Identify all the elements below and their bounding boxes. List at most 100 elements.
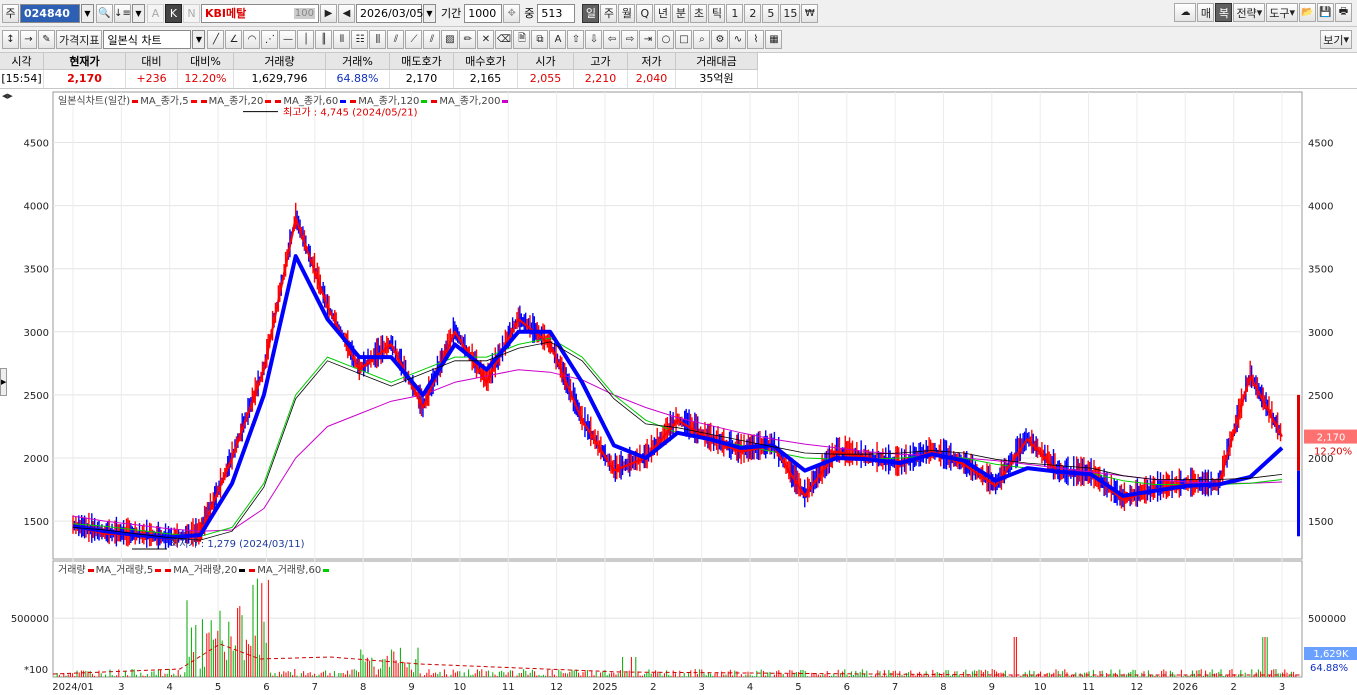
legend-item: MA_종가,60 — [283, 96, 339, 107]
search-icon[interactable]: 🔍 — [96, 3, 113, 23]
zigzag-icon[interactable]: ⌇ — [747, 30, 765, 49]
vline-tool-icon[interactable]: │ — [297, 30, 315, 49]
trend-icon[interactable]: ⟋ — [405, 30, 423, 49]
pencil-icon[interactable]: ✏ — [459, 30, 477, 49]
table-icon[interactable]: ☷ — [351, 30, 369, 49]
buy-sell-button[interactable]: 매 — [1197, 3, 1215, 22]
sort-dropdown[interactable]: ▼ — [132, 3, 145, 23]
period-button-second[interactable]: 초 — [690, 3, 708, 23]
multi-vline-icon[interactable]: ║ — [315, 30, 333, 49]
a-button[interactable]: A — [147, 3, 164, 23]
y-tick-label-right: 3000 — [1308, 328, 1333, 339]
square-icon[interactable]: □ — [675, 30, 693, 49]
note-icon[interactable]: 🗎 — [513, 30, 531, 49]
multi-button[interactable]: 복 — [1215, 3, 1233, 22]
arrow-right2-icon[interactable]: ⇨ — [621, 30, 639, 49]
quote-col-10: 저가 2,040 — [628, 53, 676, 89]
period-input[interactable]: 1000 — [464, 3, 503, 23]
move-icon[interactable]: ✥ — [503, 3, 521, 23]
period-label: 기간 — [441, 7, 462, 20]
period-button-15[interactable]: 15 — [780, 3, 801, 23]
date-input[interactable]: 2026/03/05 — [356, 3, 423, 23]
period-button-minute[interactable]: 분 — [672, 3, 690, 23]
wave-icon[interactable]: ∿ — [729, 30, 747, 49]
text-icon[interactable]: A — [549, 30, 567, 49]
export-icon[interactable]: ⇥ — [639, 30, 657, 49]
chart-type-select[interactable]: 일본식 차트 — [103, 30, 192, 49]
circle-icon[interactable]: ○ — [657, 30, 675, 49]
eraser-icon[interactable]: ⌫ — [495, 30, 513, 49]
mid-input[interactable]: 513 — [537, 3, 576, 23]
settings-icon[interactable]: ⚙ — [711, 30, 729, 49]
angle-tool-icon[interactable]: ∠ — [225, 30, 243, 49]
bars-icon[interactable]: ⫼ — [369, 30, 387, 49]
market-select[interactable]: 주 — [2, 3, 19, 23]
arrow-down-icon[interactable]: ⇩ — [585, 30, 603, 49]
play-back-icon[interactable]: ◀ — [338, 3, 355, 23]
code-dropdown[interactable]: ▼ — [81, 3, 94, 23]
period-button-year[interactable]: 년 — [654, 3, 672, 23]
y-tick-label-left: 2000 — [24, 454, 49, 465]
chart-settings-icon[interactable]: ▦ — [765, 30, 783, 49]
stock-code-input[interactable]: 024840 — [20, 3, 80, 23]
arc-tool-icon[interactable]: ◠ — [243, 30, 261, 49]
view-button[interactable]: 보기 ▾ — [1320, 30, 1352, 49]
line-tool-icon[interactable]: ╱ — [207, 30, 225, 49]
play-forward-icon[interactable]: ▶ — [320, 3, 337, 23]
zoom-icon[interactable]: ⌕ — [693, 30, 711, 49]
quote-value: 64.88% — [326, 70, 390, 88]
quote-header: 현재가 — [44, 53, 126, 70]
tools-button[interactable]: 도구 ▾ — [1266, 3, 1298, 22]
x-tick-label: 5 — [215, 682, 221, 693]
arrow-right-icon[interactable]: → — [20, 30, 37, 49]
indicator-button[interactable]: 가격지표 — [56, 30, 103, 49]
folder-icon[interactable]: 📂 — [1299, 3, 1316, 22]
hline-tool-icon[interactable]: — — [279, 30, 297, 49]
up-down-icon[interactable]: ↕ — [2, 30, 19, 49]
cloud-icon[interactable]: ☁ — [1174, 3, 1197, 22]
grid-lines-icon[interactable]: ⦀ — [333, 30, 351, 49]
period-button-2[interactable]: 2 — [744, 3, 762, 23]
volume-legend-color — [323, 568, 330, 572]
volume-legend: 거래량 MA_거래량,5 MA_거래량,20 MA_거래량,60 — [58, 561, 331, 576]
volume-legend-item: MA_거래량,5 — [95, 565, 154, 576]
sort-icon[interactable]: ↓≡ — [114, 3, 131, 23]
legend-color — [190, 99, 197, 103]
scroll-arrows-icon[interactable]: ◀▶ — [2, 92, 13, 100]
quote-header: 고가 — [574, 53, 628, 70]
k-button[interactable]: K — [165, 3, 182, 23]
panel-toggle-icon[interactable]: ▶ — [0, 368, 7, 396]
period-button-day[interactable]: 일 — [582, 3, 600, 23]
print-icon[interactable]: 🖶 — [1335, 3, 1352, 22]
copy-icon[interactable]: ⧉ — [531, 30, 549, 49]
channel-icon[interactable]: ⫽ — [387, 30, 405, 49]
period-button-week[interactable]: 주 — [600, 3, 618, 23]
strategy-button[interactable]: 전략 ▾ — [1233, 3, 1266, 22]
hatch-icon[interactable]: ▨ — [441, 30, 459, 49]
x-tick-label: 7 — [312, 682, 318, 693]
arrow-left-icon[interactable]: ⇦ — [603, 30, 621, 49]
save-icon[interactable]: 💾 — [1317, 3, 1334, 22]
mid-label: 중 — [524, 7, 535, 20]
chart-type-dropdown[interactable]: ▼ — [192, 30, 206, 49]
quote-value: [15:54] — [0, 70, 44, 88]
fan-tool-icon[interactable]: ⋰ — [261, 30, 279, 49]
x-tick-label: 5 — [795, 682, 801, 693]
edit-icon[interactable]: ✎ — [38, 30, 55, 49]
n-button[interactable]: N — [183, 3, 200, 23]
period-button-month[interactable]: 월 — [618, 3, 636, 23]
cross-icon[interactable]: ✕ — [477, 30, 495, 49]
period-button-1[interactable]: 1 — [726, 3, 744, 23]
period-button-5[interactable]: 5 — [762, 3, 780, 23]
period-button-quarter[interactable]: Q — [636, 3, 654, 23]
arrow-up-icon[interactable]: ⇧ — [567, 30, 585, 49]
price-chart[interactable]: 1500 15002000 20002500 25003000 30003500 3500… — [0, 89, 1357, 695]
legend-swatch — [275, 99, 282, 103]
date-dropdown[interactable]: ▼ — [423, 3, 436, 23]
parallel-icon[interactable]: ⫽ — [423, 30, 441, 49]
volume-tick-right: 500000 — [1308, 614, 1346, 625]
stock-name-field[interactable]: KBI메탈 100 — [201, 3, 319, 23]
period-button-tick[interactable]: 틱 — [708, 3, 726, 23]
drawing-toolbar: ↕ → ✎ 가격지표 일본식 차트 ▼ ╱ ∠ ◠ ⋰ — │ ║ ⦀ ☷ ⫼ … — [0, 27, 1357, 53]
won-icon[interactable]: ₩ — [801, 3, 819, 23]
